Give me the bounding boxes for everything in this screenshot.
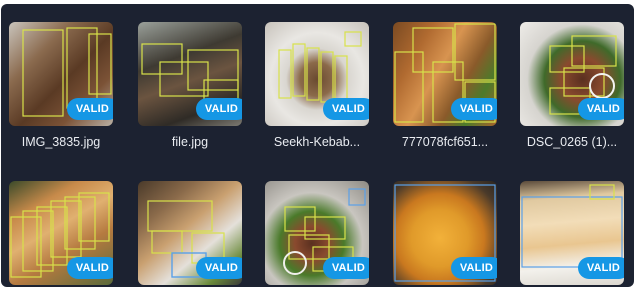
image-thumbnail[interactable]: VALID [9, 181, 113, 285]
valid-badge: VALID [577, 98, 624, 120]
image-thumbnail[interactable]: VALID [393, 22, 497, 126]
file-name: DSC_0265 (1)... [526, 135, 618, 149]
image-thumbnail[interactable]: VALID [520, 181, 624, 285]
file-name: Seekh-Kebab... [273, 135, 361, 149]
image-thumbnail[interactable]: VALID [520, 22, 624, 126]
valid-badge: VALID [577, 257, 624, 279]
image-thumbnail[interactable]: VALID [138, 22, 242, 126]
valid-badge: VALID [322, 98, 369, 120]
file-name: IMG_3835.jpg [21, 135, 101, 149]
file-name: 777078fcf651... [401, 135, 489, 149]
valid-badge: VALID [322, 257, 369, 279]
valid-badge: VALID [450, 98, 497, 120]
image-thumbnail[interactable]: VALID [265, 181, 369, 285]
image-thumbnail[interactable]: VALID [265, 22, 369, 126]
valid-badge: VALID [450, 257, 497, 279]
image-gallery: VALID VALID VALID VALID VALID IMG_3835.j… [1, 4, 634, 287]
valid-badge: VALID [195, 98, 242, 120]
image-thumbnail[interactable]: VALID [393, 181, 497, 285]
image-thumbnail[interactable]: VALID [9, 22, 113, 126]
valid-badge: VALID [66, 98, 113, 120]
valid-badge: VALID [66, 257, 113, 279]
file-name: file.jpg [171, 135, 209, 149]
image-thumbnail[interactable]: VALID [138, 181, 242, 285]
valid-badge: VALID [195, 257, 242, 279]
